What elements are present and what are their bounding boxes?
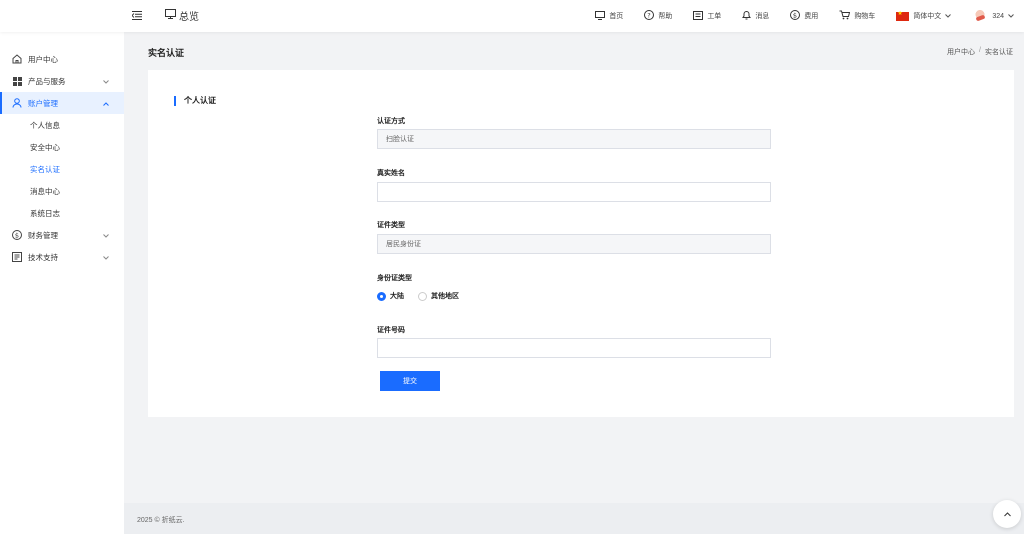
breadcrumb-item-current: 实名认证	[985, 49, 1013, 56]
sidebar-item-label: 产品与服务	[28, 76, 66, 86]
sidebar-subitem-security[interactable]: 安全中心	[0, 136, 124, 158]
sidebar-item-label: 账户管理	[28, 98, 58, 108]
cert-number-input[interactable]	[377, 338, 771, 358]
cart-icon	[839, 10, 851, 22]
svg-text:$: $	[15, 232, 19, 240]
sidebar-subitem-logs[interactable]: 系统日志	[0, 202, 124, 224]
breadcrumb-item-user-center[interactable]: 用户中心	[947, 47, 975, 57]
grid-icon	[12, 76, 22, 86]
copyright-text: 2025 © 折纸云.	[137, 517, 185, 524]
overview-label: 总览	[179, 12, 199, 23]
china-flag-icon	[896, 10, 910, 21]
top-item-ticket[interactable]: 工单	[693, 10, 722, 22]
radio-checked-icon	[377, 291, 386, 301]
radio-mainland[interactable]: 大陆	[377, 291, 404, 301]
breadcrumb-separator: /	[979, 47, 981, 54]
sidebar-item-finance[interactable]: $ 财务管理	[0, 224, 124, 246]
language-label: 简体中文	[913, 13, 942, 20]
sidebar-item-user-center[interactable]: 用户中心	[0, 48, 124, 70]
page-title: 实名认证	[148, 48, 185, 58]
document-icon	[12, 252, 22, 262]
sidebar: 用户中心 产品与服务 账户管理 个人信息 安全中心 实名认证 消息中心 系统日志…	[0, 32, 124, 534]
breadcrumb: 用户中心 / 实名认证	[947, 47, 1013, 57]
chevron-down-icon	[103, 253, 109, 262]
avatar	[972, 8, 989, 24]
top-item-label: 帮助	[658, 13, 673, 20]
submit-button[interactable]: 提交	[380, 371, 440, 391]
monitor-icon	[165, 9, 176, 22]
chevron-up-icon	[103, 99, 109, 108]
user-menu[interactable]: 324	[972, 8, 1014, 24]
user-icon	[12, 98, 22, 108]
top-right-menu: 首页 ? 帮助 工单 消息 $ 费用 购物车 简体中文 324	[574, 0, 1014, 32]
footer: 2025 © 折纸云.	[124, 503, 1024, 534]
chevron-down-icon	[103, 77, 109, 86]
page-header: 实名认证 用户中心 / 实名认证	[124, 32, 1024, 69]
dollar-circle-icon: $	[12, 230, 22, 240]
back-to-top-button[interactable]	[993, 500, 1021, 528]
sidebar-item-label: 技术支持	[28, 252, 58, 262]
real-name-input[interactable]	[377, 182, 771, 202]
id-region-radio-group: 大陆 其他地区	[377, 291, 459, 301]
sidebar-subitem-verification[interactable]: 实名认证	[0, 158, 124, 180]
radio-label: 其他地区	[431, 293, 459, 300]
cert-number-label: 证件号码	[377, 327, 405, 334]
sidebar-toggle-icon[interactable]	[131, 9, 143, 21]
top-item-label: 工单	[707, 13, 722, 20]
user-name: 324	[992, 12, 1004, 20]
sidebar-item-label: 财务管理	[28, 230, 58, 240]
help-icon: ?	[644, 10, 655, 22]
sidebar-subitem-messages[interactable]: 消息中心	[0, 180, 124, 202]
ticket-icon	[693, 10, 704, 22]
svg-text:$: $	[793, 12, 797, 20]
top-item-home[interactable]: 首页	[595, 10, 624, 22]
top-item-label: 购物车	[854, 13, 876, 20]
chevron-down-icon	[1008, 13, 1014, 20]
svg-text:?: ?	[648, 12, 651, 20]
radio-other-regions[interactable]: 其他地区	[418, 291, 459, 301]
top-item-messages[interactable]: 消息	[742, 10, 769, 22]
section-title: 个人认证	[174, 96, 216, 106]
language-selector[interactable]: 简体中文	[896, 10, 952, 21]
chevron-down-icon	[945, 13, 952, 20]
radio-label: 大陆	[390, 293, 404, 300]
bell-icon	[742, 10, 752, 22]
top-item-label: 首页	[609, 13, 624, 20]
cert-type-field: 居民身份证	[377, 234, 771, 254]
id-region-label: 身份证类型	[377, 275, 412, 282]
auth-method-label: 认证方式	[377, 118, 405, 125]
sidebar-item-products[interactable]: 产品与服务	[0, 70, 124, 92]
dollar-icon: $	[790, 10, 801, 22]
sidebar-subitem-profile[interactable]: 个人信息	[0, 114, 124, 136]
real-name-label: 真实姓名	[377, 170, 405, 177]
top-item-label: 费用	[804, 13, 819, 20]
sidebar-item-label: 用户中心	[28, 54, 58, 64]
sidebar-item-account[interactable]: 账户管理	[0, 92, 124, 114]
radio-unchecked-icon	[418, 291, 427, 301]
auth-method-field: 扫脸认证	[377, 129, 771, 149]
top-item-label: 消息	[755, 13, 770, 20]
verification-card: 个人认证 认证方式 扫脸认证 真实姓名 证件类型 居民身份证 身份证类型 大陆 …	[148, 70, 1014, 417]
overview-link[interactable]: 总览	[165, 8, 199, 23]
top-item-fees[interactable]: $ 费用	[790, 10, 818, 22]
cert-type-label: 证件类型	[377, 222, 405, 229]
top-item-help[interactable]: ? 帮助	[644, 10, 672, 22]
monitor-icon	[595, 10, 606, 22]
chevron-up-icon	[1003, 510, 1011, 519]
top-item-cart[interactable]: 购物车	[839, 10, 875, 22]
sidebar-item-support[interactable]: 技术支持	[0, 246, 124, 268]
home-icon	[12, 54, 22, 64]
chevron-down-icon	[103, 231, 109, 240]
top-bar: 总览 首页 ? 帮助 工单 消息 $ 费用 购物车 简体中文	[0, 0, 1024, 32]
